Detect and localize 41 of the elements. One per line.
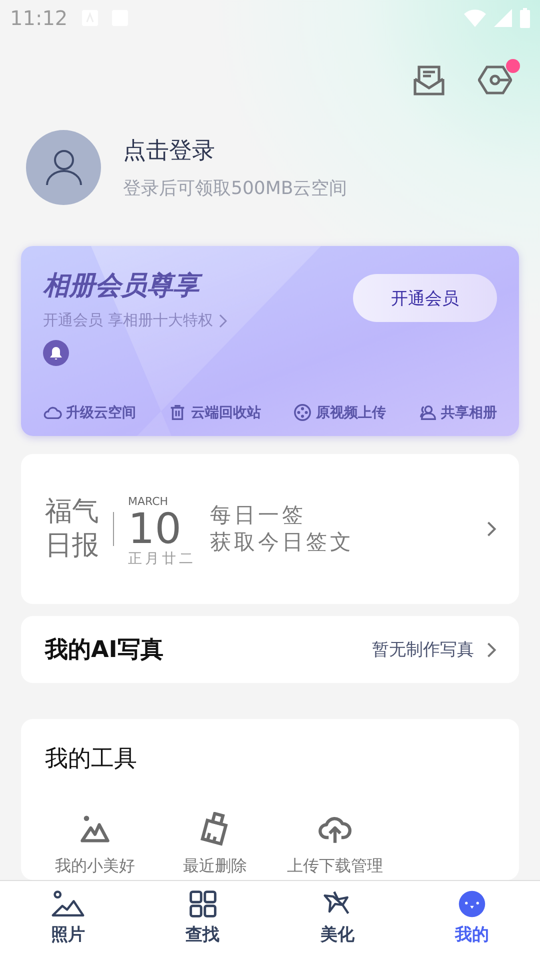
wifi-icon [464, 9, 486, 27]
tool-label[interactable]: 最近删除 [183, 856, 247, 877]
landscape-icon [51, 889, 85, 919]
login-link[interactable]: 点击登录 [123, 134, 348, 166]
chevron-icon [486, 520, 497, 538]
nav-tab[interactable]: 美化 [289, 889, 386, 960]
people-icon [418, 403, 437, 422]
login-hint: 登录后可领取500MB云空间 [123, 176, 348, 200]
person-icon [44, 147, 84, 187]
battery-icon [520, 8, 530, 28]
ai-portrait-title: 我的AI写真 [45, 636, 164, 665]
ai-portrait-card[interactable]: 我的AI写真 暂无制作写真 [21, 616, 519, 683]
signal-icon [494, 9, 512, 27]
ai-portrait-status: 暂无制作写真 [372, 639, 474, 661]
inbox-icon[interactable] [412, 63, 446, 97]
perk-label[interactable]: 原视频上传 [316, 404, 386, 422]
open-membership-button[interactable]: 开通会员 [353, 274, 497, 322]
fortune-text: 每日一签 获取今日签文 [210, 502, 354, 556]
nav-tab[interactable]: 查找 [154, 889, 251, 960]
chevron-icon [486, 640, 497, 658]
trash-icon [168, 403, 187, 422]
nav-tab[interactable]: 照片 [20, 889, 116, 960]
tool-label[interactable]: 我的小美好 [55, 856, 135, 877]
lunar-date: 正月廿二 [128, 550, 196, 568]
settings-icon[interactable] [478, 63, 512, 97]
nav-tab[interactable]: 我的 [424, 889, 520, 960]
membership-title: 相册会员尊享 [43, 268, 227, 303]
month-label: MARCH [128, 494, 170, 508]
daily-title: 福气 日报 [45, 495, 99, 563]
perk-label[interactable]: 共享相册 [441, 404, 497, 422]
tool-label[interactable]: 上传下载管理 [287, 856, 383, 877]
perk-label[interactable]: 升级云空间 [66, 404, 136, 422]
membership-card[interactable]: 相册会员尊享 开通会员 享相册十大特权 开通会员 升级云空间 云端回收站 原视频上传 共享相册 [21, 246, 519, 436]
membership-subtitle: 开通会员 享相册十大特权 [43, 311, 213, 330]
chevron-icon [218, 314, 227, 328]
status-time: 11:12 [10, 6, 68, 30]
tools-title: 我的工具 [45, 745, 138, 774]
film-reel-icon [293, 403, 312, 422]
day-number: 10 [128, 508, 182, 550]
bell-icon [43, 340, 69, 366]
perk-label[interactable]: 云端回收站 [191, 404, 261, 422]
